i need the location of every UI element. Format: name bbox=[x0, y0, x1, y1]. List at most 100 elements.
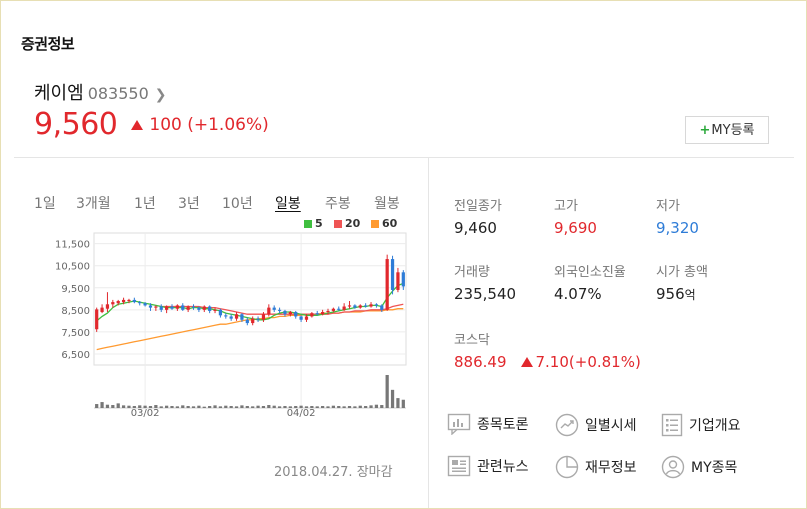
link-label: MY종목 bbox=[691, 460, 738, 476]
up-arrow-icon bbox=[131, 119, 144, 130]
volume-bar bbox=[181, 405, 185, 408]
x-tick-label: 04/02 bbox=[287, 408, 316, 417]
candle-body bbox=[127, 299, 131, 301]
link-related-news[interactable]: 관련뉴스 bbox=[447, 455, 529, 477]
link-my-stocks[interactable]: MY종목 bbox=[661, 455, 737, 479]
volume-bar bbox=[321, 406, 325, 408]
stat-value: 235,540 bbox=[454, 285, 517, 303]
plus-icon: + bbox=[699, 123, 711, 138]
volume-bar bbox=[251, 406, 255, 408]
link-label: 일별시세 bbox=[585, 418, 637, 434]
candle-body bbox=[299, 316, 303, 320]
candle-body bbox=[111, 302, 115, 305]
candle-body bbox=[132, 299, 136, 303]
candle-body bbox=[353, 305, 357, 308]
stock-name[interactable]: 케이엠 bbox=[34, 83, 84, 104]
candle-body bbox=[202, 306, 206, 310]
candle-body bbox=[390, 259, 395, 290]
stock-header[interactable]: 케이엠 083550 ❯ bbox=[34, 79, 167, 105]
volume-bar bbox=[148, 406, 153, 408]
volume-bar bbox=[326, 406, 330, 408]
volume-bar bbox=[288, 406, 292, 408]
volume-bar bbox=[267, 405, 271, 408]
my-register-button[interactable]: +MY등록 bbox=[685, 116, 769, 144]
volume-bar bbox=[364, 406, 368, 408]
chevron-right-icon[interactable]: ❯ bbox=[155, 87, 167, 103]
tab-3m[interactable]: 3개월 bbox=[76, 193, 111, 213]
candle-body bbox=[138, 302, 142, 304]
volume-bar bbox=[245, 406, 249, 408]
candle-body bbox=[245, 319, 249, 324]
divider bbox=[14, 157, 794, 158]
tab-1y[interactable]: 1년 bbox=[134, 193, 156, 213]
volume-bar bbox=[143, 405, 147, 408]
candle-body bbox=[181, 305, 185, 310]
price-change: 100 (+1.06%) bbox=[149, 114, 269, 135]
candle-body bbox=[267, 307, 271, 315]
page-frame: 증권정보 케이엠 083550 ❯ 9,560 100 (+1.06%) +MY등록 … bbox=[0, 0, 807, 509]
stat-volume: 거래량 235,540 bbox=[454, 261, 516, 303]
stat-label: 저가 bbox=[656, 199, 680, 214]
tab-weekly[interactable]: 주봉 bbox=[325, 193, 351, 213]
y-tick-label: 8,500 bbox=[61, 306, 90, 317]
volume-bar bbox=[138, 405, 142, 408]
stat-label: 코스닥 bbox=[454, 333, 490, 348]
volume-bar bbox=[229, 406, 233, 408]
candle-body bbox=[240, 314, 244, 320]
volume-bar bbox=[95, 404, 99, 408]
volume-bar bbox=[111, 405, 115, 408]
link-company-overview[interactable]: 기업개요 bbox=[661, 413, 741, 437]
volume-bar bbox=[304, 406, 309, 408]
volume-bar bbox=[224, 405, 228, 408]
candle-body bbox=[116, 301, 120, 304]
volume-bar bbox=[165, 405, 169, 408]
link-label: 기업개요 bbox=[689, 418, 741, 434]
my-register-label: MY등록 bbox=[711, 123, 755, 138]
candle-body bbox=[283, 310, 287, 315]
candle-body bbox=[170, 306, 174, 309]
volume-bar bbox=[132, 406, 136, 408]
candle-body bbox=[121, 299, 126, 303]
volume-bar bbox=[396, 398, 400, 408]
volume-bar bbox=[299, 405, 303, 408]
candle-body bbox=[380, 305, 384, 310]
candle-body bbox=[197, 307, 201, 310]
candle-body bbox=[256, 318, 260, 320]
stat-high: 고가 9,690 bbox=[554, 195, 597, 237]
y-tick-label: 11,500 bbox=[55, 240, 90, 251]
price-row: 9,560 100 (+1.06%) bbox=[34, 107, 269, 142]
trend-icon bbox=[555, 413, 579, 437]
stat-label: 외국인소진율 bbox=[554, 265, 626, 280]
candle-body bbox=[105, 304, 110, 309]
candle-body bbox=[315, 313, 319, 315]
link-discussion[interactable]: 종목토론 bbox=[447, 413, 529, 435]
candle-body bbox=[272, 307, 276, 310]
candle-body bbox=[401, 272, 405, 287]
candle-body bbox=[261, 314, 266, 320]
kosdaq-value: 886.49 bbox=[454, 353, 507, 371]
link-daily-price[interactable]: 일별시세 bbox=[555, 413, 637, 437]
candle-body bbox=[337, 308, 341, 310]
volume-bar bbox=[380, 405, 384, 408]
stat-prev-close: 전일종가 9,460 bbox=[454, 195, 502, 237]
volume-bar bbox=[401, 399, 405, 408]
market-cap-number: 956 bbox=[656, 285, 685, 303]
tab-monthly[interactable]: 월봉 bbox=[374, 193, 400, 213]
plot-area bbox=[93, 232, 407, 366]
volume-bar bbox=[277, 406, 282, 408]
volume-bar bbox=[105, 404, 110, 408]
tab-1d[interactable]: 1일 bbox=[34, 193, 56, 213]
tab-3y[interactable]: 3년 bbox=[178, 193, 200, 213]
tab-daily[interactable]: 일봉 bbox=[275, 193, 301, 213]
tab-10y[interactable]: 10년 bbox=[222, 193, 253, 213]
candle-body bbox=[277, 309, 282, 311]
up-arrow-icon bbox=[520, 357, 533, 367]
link-financial-info[interactable]: 재무정보 bbox=[555, 455, 637, 479]
volume-bar bbox=[390, 389, 395, 408]
candle-body bbox=[148, 305, 153, 308]
stat-kosdaq: 코스닥 886.49 7.10(+0.81%) bbox=[454, 329, 641, 371]
candle-body bbox=[251, 318, 255, 324]
volume-bar bbox=[385, 375, 389, 408]
pie-chart-icon bbox=[555, 455, 579, 479]
stock-chart[interactable]: 11,500 10,500 9,500 8,500 7,500 6,500 03/02 04/… bbox=[14, 227, 424, 417]
